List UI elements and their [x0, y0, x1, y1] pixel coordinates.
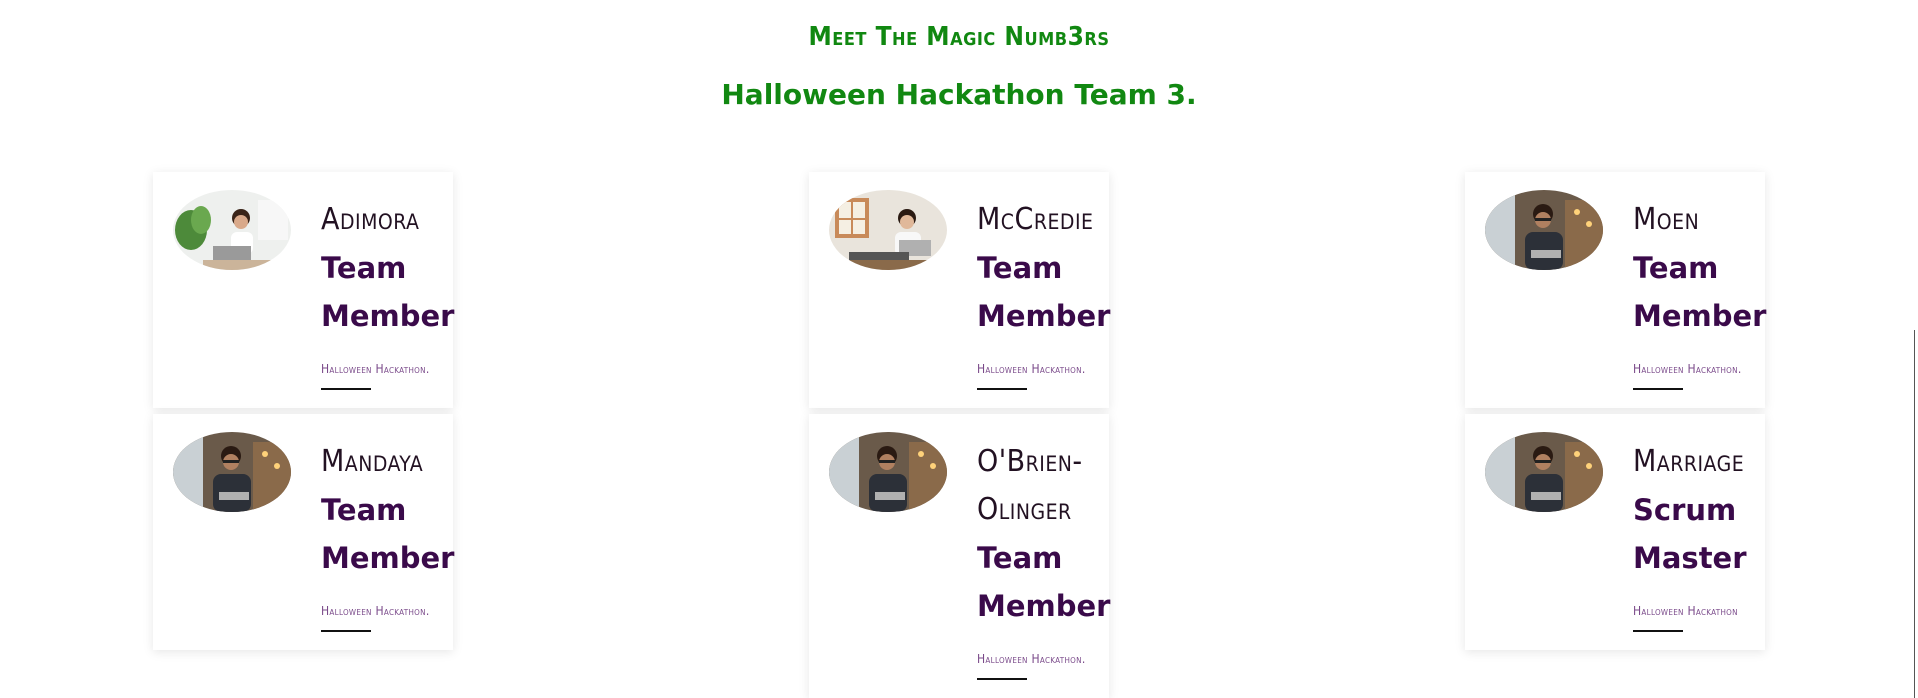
member-name: Moen — [1633, 202, 1700, 237]
man-laptop-photo-icon — [829, 432, 947, 512]
woman-laptop-window-photo-icon — [829, 190, 947, 270]
member-card: Adimora Team Member Halloween Hackathon. — [153, 172, 455, 408]
member-org: Halloween Hackathon. — [1633, 362, 1742, 376]
member-role: Scrum Master — [1633, 493, 1747, 575]
divider — [321, 388, 371, 390]
page-title: Halloween Hackathon Team 3. — [721, 78, 1197, 111]
divider — [1633, 388, 1683, 390]
member-org: Halloween Hackathon. — [977, 652, 1086, 666]
team-subtitle: Meet The Magic Numb3rs — [808, 22, 1110, 52]
member-name: McCredie — [977, 202, 1094, 237]
member-org: Halloween Hackathon. — [321, 604, 430, 618]
member-photo — [1485, 432, 1603, 512]
divider — [977, 678, 1027, 680]
member-photo — [829, 432, 947, 512]
man-laptop-photo-icon — [1485, 190, 1603, 270]
member-name: O'Brien-Olinger — [977, 444, 1083, 527]
member-org: Halloween Hackathon. — [977, 362, 1086, 376]
member-card: Marriage Scrum Master Halloween Hackatho… — [1465, 414, 1765, 650]
man-laptop-photo-icon — [173, 432, 291, 512]
divider — [1633, 630, 1683, 632]
member-photo — [173, 432, 291, 512]
member-org: Halloween Hackathon. — [321, 362, 430, 376]
member-card: Mandaya Team Member Halloween Hackathon. — [153, 414, 455, 650]
member-card: McCredie Team Member Halloween Hackathon… — [809, 172, 1111, 408]
member-role: Team Member — [977, 541, 1111, 623]
member-role: Team Member — [321, 251, 455, 333]
divider — [977, 388, 1027, 390]
member-role: Team Member — [321, 493, 455, 575]
woman-laptop-photo-icon — [173, 190, 291, 270]
member-org: Halloween Hackathon — [1633, 604, 1738, 618]
member-card: O'Brien-Olinger Team Member Halloween Ha… — [809, 414, 1111, 698]
member-photo — [173, 190, 291, 270]
member-card: Moen Team Member Halloween Hackathon. — [1465, 172, 1767, 408]
man-laptop-photo-icon — [1485, 432, 1603, 512]
scrollbar[interactable] — [1914, 330, 1915, 698]
member-photo — [829, 190, 947, 270]
member-name: Adimora — [321, 202, 420, 237]
member-name: Marriage — [1633, 444, 1745, 479]
member-role: Team Member — [1633, 251, 1767, 333]
member-role: Team Member — [977, 251, 1111, 333]
divider — [321, 630, 371, 632]
member-name: Mandaya — [321, 444, 424, 479]
member-photo — [1485, 190, 1603, 270]
